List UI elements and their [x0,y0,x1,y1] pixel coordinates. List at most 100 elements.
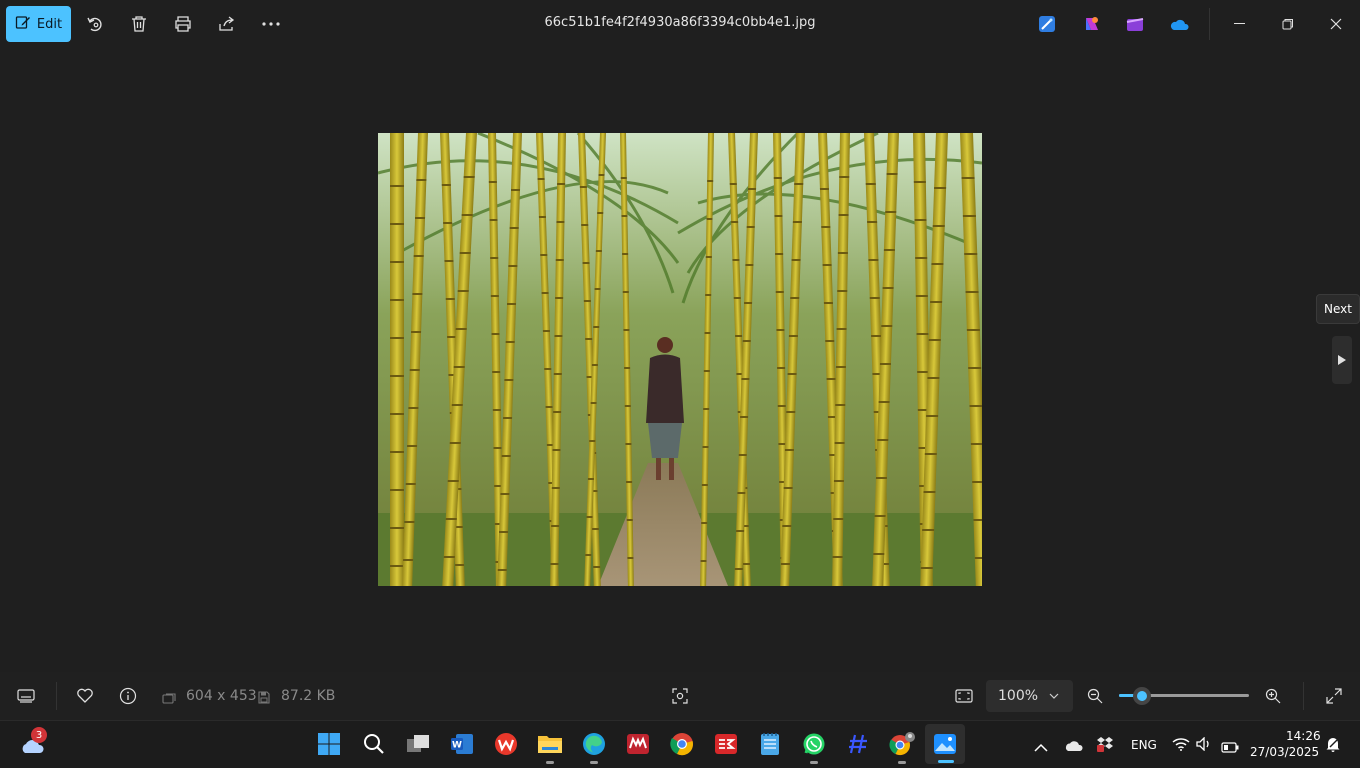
filmstrip-button[interactable] [14,684,38,708]
title-separator [1209,8,1210,40]
softmaker-icon [715,734,737,754]
onedrive-button[interactable] [1167,12,1191,36]
photos-icon [934,734,956,754]
search-icon [364,734,384,754]
file-size-icon [258,689,270,708]
svg-text:W: W [452,741,462,751]
filmstrip-icon [17,689,35,703]
word-app[interactable]: W [446,728,478,760]
more-options-button[interactable] [259,12,283,36]
battery-tray-icon[interactable] [1221,738,1239,757]
close-button[interactable] [1324,12,1348,36]
info-icon [119,687,137,705]
windows-logo-icon [318,733,340,755]
print-button[interactable] [171,12,195,36]
copilot-button[interactable] [1080,12,1104,36]
chevron-down-icon [1049,693,1059,699]
edge-app[interactable] [578,728,610,760]
favorite-button[interactable] [73,684,97,708]
rotate-icon [87,17,102,32]
edit-button[interactable]: Edit [6,6,71,42]
task-view-button[interactable] [402,728,434,760]
copilot-icon [1086,17,1098,30]
file-size: 87.2 KB [281,688,336,704]
search-button[interactable] [358,728,390,760]
notification-bell-icon [1326,738,1340,752]
zoom-level-value: 100% [998,688,1039,704]
onedrive-icon [1170,19,1189,30]
whatsapp-icon [803,733,825,755]
whatsapp-app[interactable] [798,728,830,760]
notifications-button[interactable] [1325,736,1341,756]
designer-icon [1039,16,1055,32]
share-button[interactable] [215,12,239,36]
next-tooltip: Next [1316,294,1360,324]
show-hidden-icons-button[interactable] [1034,738,1048,757]
rotate-button[interactable] [83,12,107,36]
wps-office-app[interactable] [490,728,522,760]
language-indicator[interactable]: ENG [1131,738,1157,752]
hash-tool-app[interactable] [842,728,874,760]
full-screen-button[interactable] [1322,684,1346,708]
mendeley-icon [627,734,649,754]
onedrive-tray-button[interactable] [1064,737,1084,756]
delete-button[interactable] [127,12,151,36]
explorer-running-indicator [546,761,554,764]
share-icon [219,16,235,31]
edit-label: Edit [36,16,63,32]
minimize-icon [1234,23,1245,24]
designer-button[interactable] [1035,12,1059,36]
next-image-button[interactable] [1332,336,1352,384]
photo-canvas[interactable] [378,133,982,586]
dimensions-icon [162,690,176,709]
chrome-profile-app[interactable] [886,728,918,760]
edit-icon [15,14,31,34]
chrome-profile-running-indicator [898,761,906,764]
file-explorer-app[interactable] [534,728,566,760]
restore-icon [1282,19,1293,30]
zoom-in-button[interactable] [1261,684,1285,708]
edge-running-indicator [590,761,598,764]
weather-notification-badge: 3 [31,727,47,743]
visual-search-button[interactable] [668,684,692,708]
zoom-level-dropdown[interactable]: 100% [986,680,1073,712]
sugarcane-field-photo [378,133,982,586]
wifi-tray-icon[interactable] [1172,736,1190,755]
clipchamp-icon [1126,18,1144,31]
dropbox-tray-button[interactable] [1096,736,1114,756]
task-view-icon [407,735,429,752]
chrome-icon [670,733,693,756]
heart-icon [77,688,93,703]
zoom-out-button[interactable] [1083,684,1107,708]
clock-date[interactable]: 27/03/2025 [1250,745,1319,759]
minimize-button[interactable] [1228,12,1252,36]
zoom-out-icon [1087,688,1103,704]
start-button[interactable] [313,728,345,760]
volume-tray-icon[interactable] [1196,736,1212,755]
chrome-app[interactable] [666,728,698,760]
wps-icon [495,733,517,755]
visual-search-icon [672,688,688,704]
maximize-button[interactable] [1276,12,1300,36]
photos-app[interactable] [929,728,961,760]
chevron-up-icon [1034,743,1048,752]
softmaker-app[interactable] [710,728,742,760]
mendeley-app[interactable] [622,728,654,760]
notepad-app[interactable] [754,728,786,760]
word-icon: W [451,734,473,754]
whatsapp-running-indicator [810,761,818,764]
bottom-separator-right [1303,682,1304,710]
expand-icon [1326,688,1342,704]
notepad-icon [761,733,779,755]
bottom-separator [56,682,57,710]
photos-active-indicator [938,760,954,763]
file-info-button[interactable] [116,684,140,708]
clock-time[interactable]: 14:26 [1286,729,1321,743]
fit-window-icon [955,689,973,703]
fit-to-window-button[interactable] [952,684,976,708]
zoom-in-icon [1265,688,1281,704]
hash-icon [849,734,867,754]
clipchamp-button[interactable] [1123,12,1147,36]
printer-icon [175,16,191,32]
file-name: 66c51b1fe4f2f4930a86f3394c0bb4e1.jpg [544,15,816,30]
